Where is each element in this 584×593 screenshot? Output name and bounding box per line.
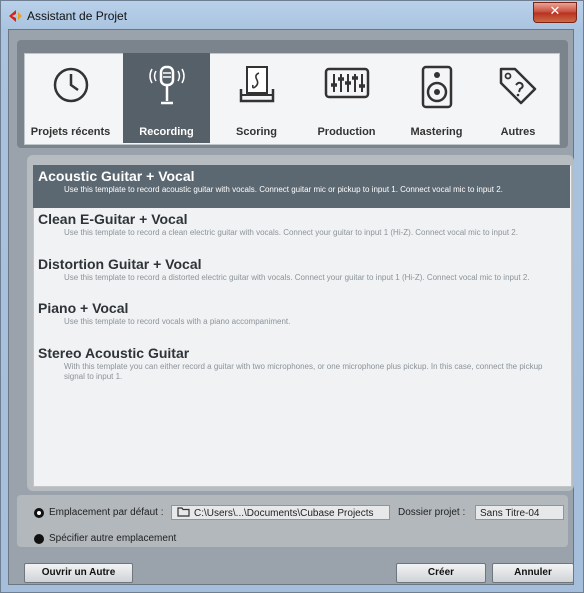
clock-icon bbox=[53, 67, 88, 103]
window-title: Assistant de Projet bbox=[27, 9, 128, 23]
cubase-logo-icon bbox=[9, 10, 22, 22]
sheet-music-icon bbox=[239, 66, 274, 103]
other-location-label: Spécifier autre emplacement bbox=[49, 533, 177, 544]
template-title: Stereo Acoustic Guitar bbox=[38, 345, 190, 361]
folder-icon bbox=[177, 507, 190, 517]
category-label: Scoring bbox=[236, 126, 277, 138]
tag-icon bbox=[499, 67, 537, 105]
template-description: Use this template to record a clean elec… bbox=[64, 228, 518, 237]
template-description: Use this template to record acoustic gui… bbox=[64, 185, 503, 194]
template-description: Use this template to record a distorted … bbox=[64, 273, 530, 282]
template-title: Acoustic Guitar + Vocal bbox=[38, 168, 195, 184]
other-location-radio[interactable] bbox=[34, 534, 44, 544]
category-production[interactable]: Production bbox=[300, 53, 393, 143]
template-item[interactable]: Distortion Guitar + Vocal Use this templ… bbox=[33, 253, 570, 297]
speaker-icon bbox=[421, 65, 452, 109]
default-location-path[interactable]: C:\Users\...\Documents\Cubase Projects bbox=[171, 505, 390, 520]
category-label: Projets récents bbox=[30, 126, 111, 138]
project-folder-label: Dossier projet : bbox=[398, 507, 466, 518]
category-label: Autres bbox=[500, 126, 536, 138]
category-recording[interactable]: Recording bbox=[123, 53, 210, 143]
category-label: Recording bbox=[139, 126, 194, 138]
template-title: Clean E-Guitar + Vocal bbox=[38, 211, 188, 227]
project-folder-field[interactable]: Sans Titre-04 bbox=[475, 505, 564, 520]
cancel-button[interactable]: Annuler bbox=[492, 563, 574, 583]
template-item[interactable]: Stereo Acoustic Guitar With this templat… bbox=[33, 342, 570, 392]
default-location-radio[interactable] bbox=[34, 508, 44, 518]
template-description: Use this template to record vocals with … bbox=[64, 317, 291, 326]
category-others[interactable]: Autres bbox=[478, 53, 558, 143]
template-title: Distortion Guitar + Vocal bbox=[38, 256, 202, 272]
path-text: C:\Users\...\Documents\Cubase Projects bbox=[194, 508, 374, 519]
default-location-label: Emplacement par défaut : bbox=[49, 507, 164, 518]
category-label: Mastering bbox=[410, 126, 463, 138]
category-recent-projects[interactable]: Projets récents bbox=[24, 53, 117, 143]
category-mastering[interactable]: Mastering bbox=[390, 53, 483, 143]
template-item[interactable]: Piano + Vocal Use this template to recor… bbox=[33, 297, 570, 341]
microphone-icon bbox=[148, 65, 185, 105]
template-item[interactable]: Clean E-Guitar + Vocal Use this template… bbox=[33, 208, 570, 253]
create-button[interactable]: Créer bbox=[396, 563, 486, 583]
title-bar[interactable]: Assistant de Projet ✕ bbox=[1, 1, 583, 29]
category-scoring[interactable]: Scoring bbox=[210, 53, 303, 143]
template-description: With this template you can either record… bbox=[64, 362, 543, 381]
template-item[interactable]: Acoustic Guitar + Vocal Use this templat… bbox=[33, 165, 570, 208]
mixer-icon bbox=[324, 67, 369, 99]
open-other-button[interactable]: Ouvrir un Autre bbox=[24, 563, 133, 583]
category-label: Production bbox=[317, 126, 376, 138]
template-title: Piano + Vocal bbox=[38, 300, 129, 316]
close-button[interactable]: ✕ bbox=[533, 2, 577, 23]
